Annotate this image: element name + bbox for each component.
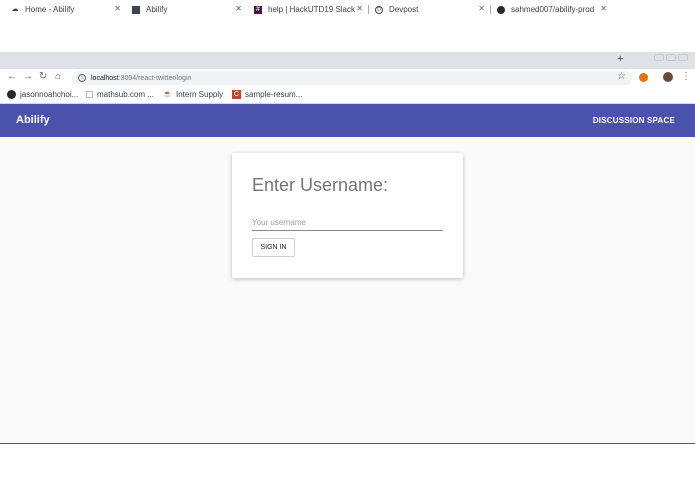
bookmark-item[interactable]: mathsub.com ... (86, 90, 154, 99)
info-icon[interactable]: i (78, 74, 86, 82)
login-title: Enter Username: (252, 175, 389, 195)
home-icon[interactable]: ⌂ (55, 71, 61, 82)
close-icon[interactable]: ✕ (356, 4, 363, 13)
browser-toolbar: ← → ↻ ⌂ i localhost :3004/react-twitter/… (0, 69, 695, 87)
tab-strip (0, 52, 695, 69)
bookmark-label: mathsub.com ... (97, 90, 154, 99)
extension-icon[interactable] (639, 73, 648, 82)
cup-icon: ☕ (163, 91, 172, 98)
tab-slack[interactable]: # help | HackUTD19 Slack ✕ (248, 2, 368, 17)
page-icon (86, 91, 93, 98)
bookmark-item[interactable]: C sample-resum... (232, 90, 302, 99)
bookmark-label: Intern Supply (176, 90, 224, 99)
screen-bottom-margin (0, 443, 695, 494)
reload-icon[interactable]: ↻ (39, 71, 47, 82)
doc-icon: C (232, 90, 241, 99)
tab-label: Devpost (389, 5, 419, 14)
tab-abilify[interactable]: Abilify ✕ (126, 2, 247, 17)
tab-devpost[interactable]: D Devpost ✕ (369, 2, 490, 17)
username-input[interactable] (252, 215, 443, 231)
slack-icon: # (254, 5, 262, 14)
devpost-icon: D (375, 5, 383, 14)
cloud-icon: ☁ (11, 5, 19, 13)
close-icon[interactable]: ✕ (114, 4, 121, 13)
close-window-button[interactable] (678, 54, 688, 61)
tab-label: Abilify (146, 5, 168, 14)
address-bar[interactable]: i localhost :3004/react-twitter/login (72, 71, 632, 85)
bookmark-item[interactable]: ☕ Intern Supply (163, 90, 223, 99)
tab-label: help | HackUTD19 Slack (268, 5, 355, 14)
app-header: Abilify DISCUSSION SPACE (0, 104, 695, 137)
app-brand[interactable]: Abilify (16, 114, 50, 126)
discussion-space-link[interactable]: DISCUSSION SPACE (593, 116, 675, 125)
maximize-button[interactable] (666, 54, 676, 61)
close-icon[interactable]: ✕ (478, 4, 485, 13)
bookmark-label: jasonnoahchoi... (20, 90, 79, 99)
bookmark-item[interactable]: jasonnoahchoi... (7, 90, 78, 99)
app-icon (132, 5, 140, 14)
bookmark-label: sample-resum... (245, 90, 303, 99)
github-icon (497, 5, 505, 14)
tab-label: sahmed007/abilify-prod (511, 5, 595, 14)
back-arrow-icon[interactable]: ← (7, 71, 17, 82)
profile-avatar[interactable] (663, 72, 673, 82)
close-icon[interactable]: ✕ (600, 4, 607, 13)
sign-in-button[interactable]: SIGN IN (252, 238, 295, 257)
kebab-menu-icon[interactable]: ⋮ (681, 71, 691, 82)
login-card: Enter Username: SIGN IN (232, 153, 463, 278)
address-host: localhost (91, 74, 119, 82)
close-icon[interactable]: ✕ (235, 4, 242, 13)
bookmarks-bar: jasonnoahchoi... mathsub.com ... ☕ Inter… (0, 87, 695, 104)
github-icon (7, 90, 16, 99)
tab-github[interactable]: sahmed007/abilify-prod ✕ (491, 2, 612, 17)
address-path: :3004/react-twitter/login (118, 74, 192, 82)
bookmark-star-icon[interactable]: ☆ (617, 71, 626, 82)
window-controls (654, 54, 688, 61)
forward-arrow-icon[interactable]: → (23, 71, 33, 82)
minimize-button[interactable] (654, 54, 664, 61)
tab-label: Home - Abilify (25, 5, 75, 14)
new-tab-button[interactable]: + (617, 53, 623, 65)
tab-home-abilify[interactable]: ☁ Home - Abilify ✕ (5, 2, 126, 17)
